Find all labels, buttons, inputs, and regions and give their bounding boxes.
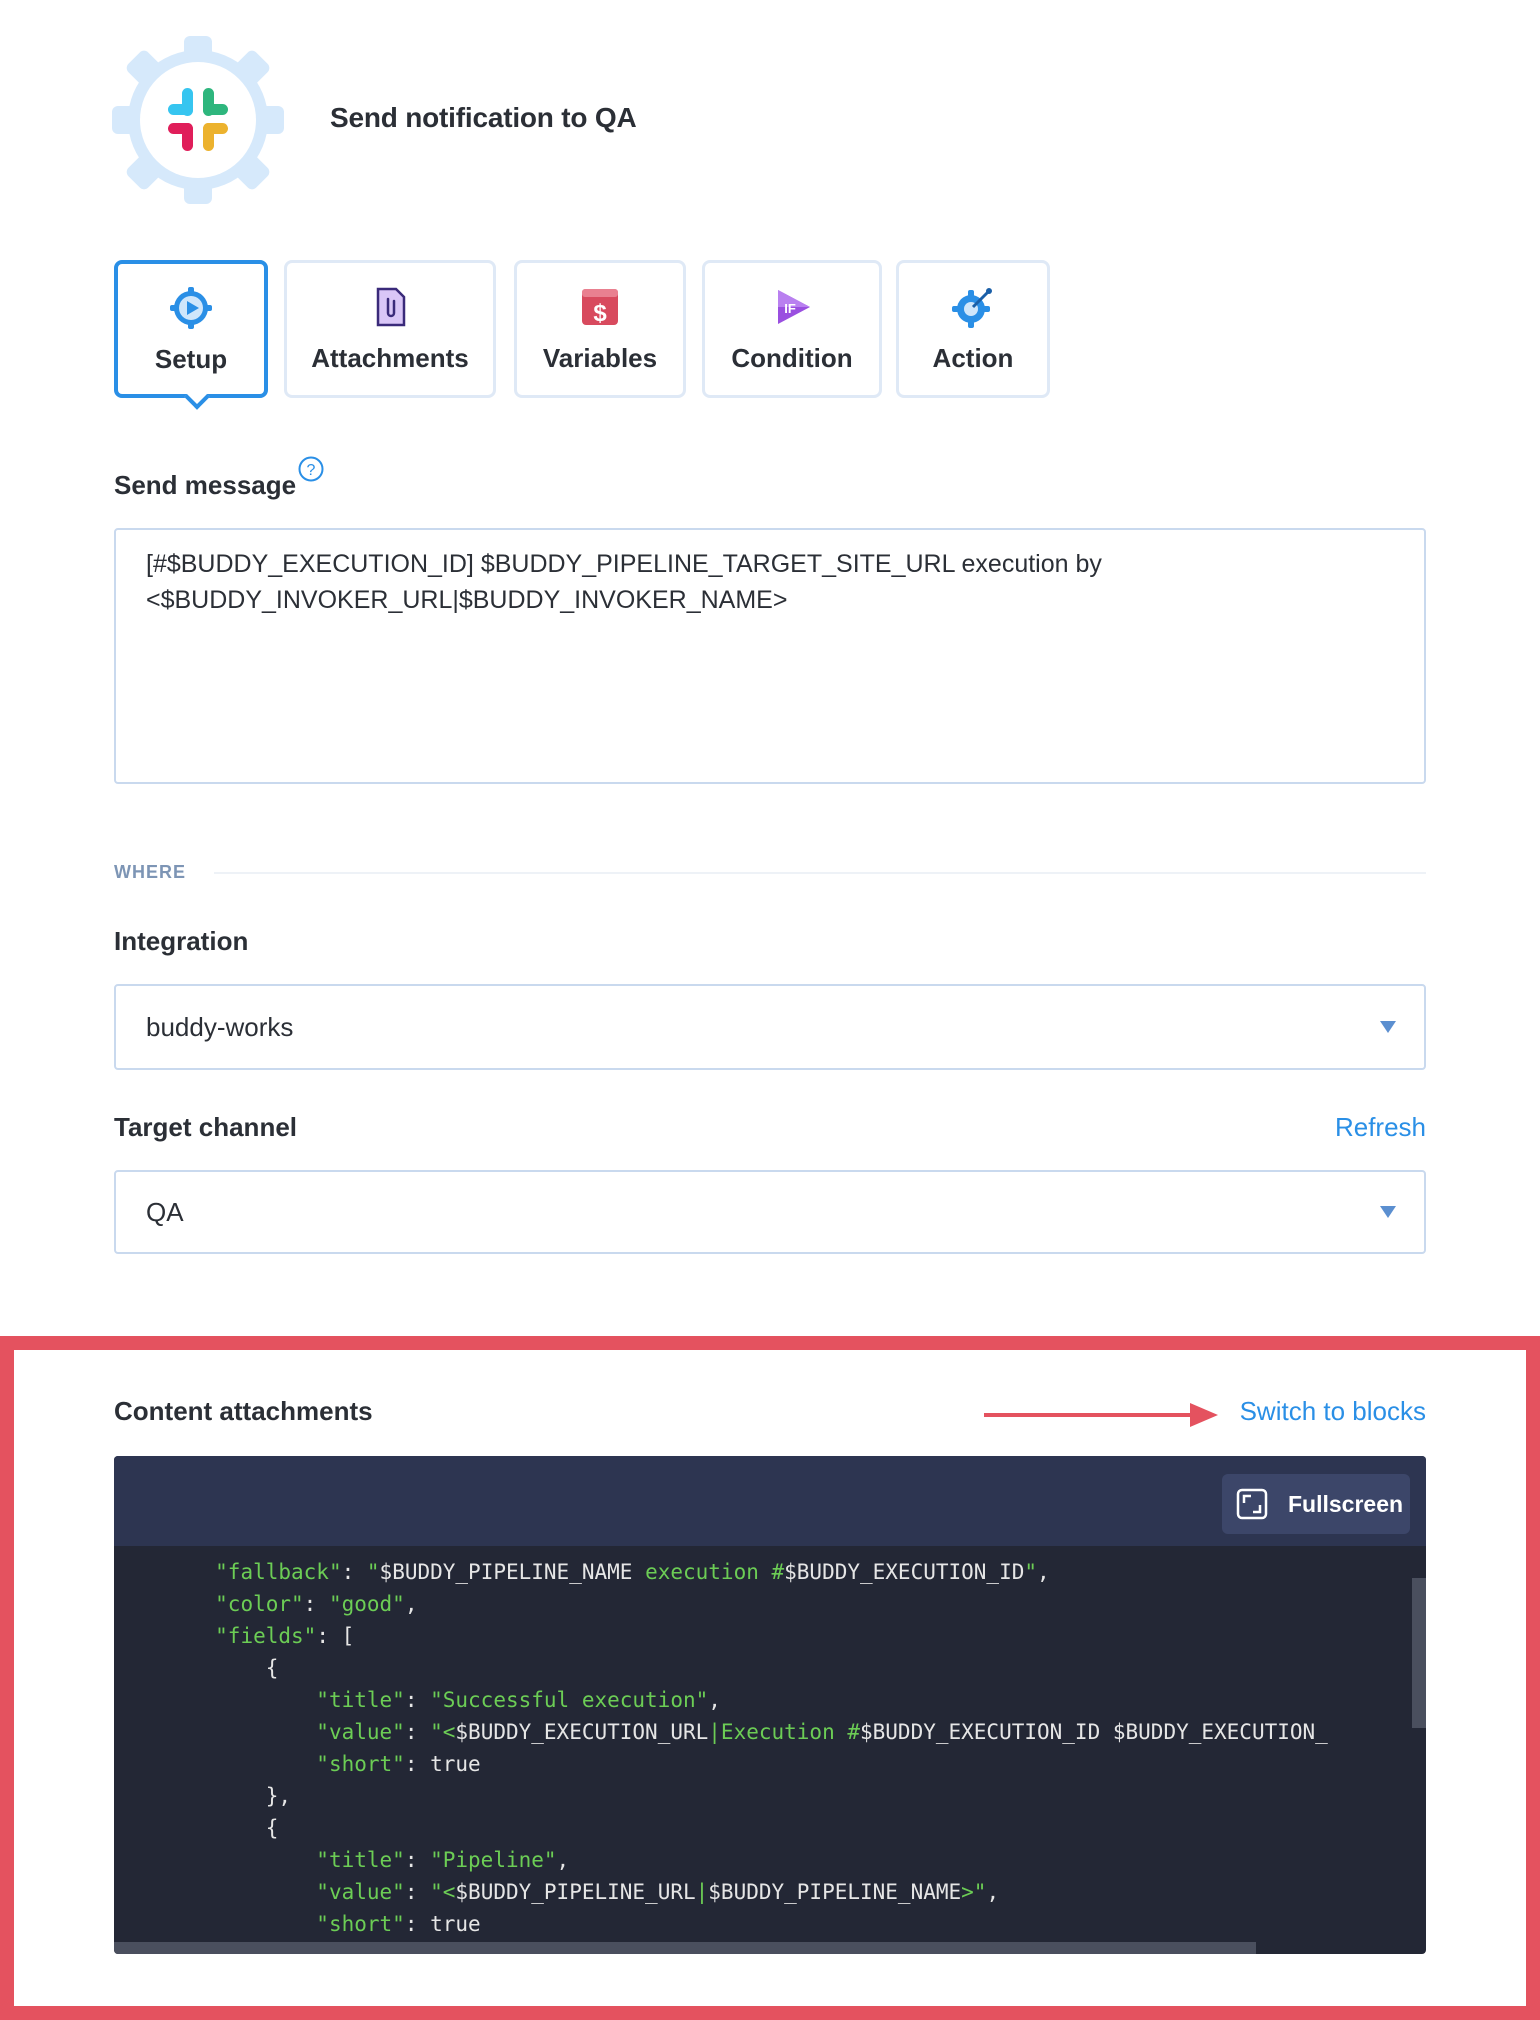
expand-icon (1236, 1488, 1268, 1520)
send-message-label: Send message (114, 470, 297, 500)
setup-play-gear-icon (170, 287, 212, 329)
integration-select[interactable]: buddy-works (114, 984, 1426, 1070)
tab-condition[interactable]: IF Condition (702, 260, 882, 398)
refresh-link[interactable]: Refresh (1335, 1112, 1426, 1143)
target-channel-select[interactable]: QA (114, 1170, 1426, 1254)
fullscreen-button[interactable]: Fullscreen (1222, 1474, 1410, 1534)
where-section-label: WHERE (114, 862, 186, 882)
code-line: "short": true (316, 1752, 481, 1776)
arrow-right-icon (984, 1403, 1218, 1427)
code-editor-toolbar: Fullscreen (114, 1456, 1426, 1546)
code-line: "short": true (316, 1912, 481, 1936)
fullscreen-label: Fullscreen (1288, 1490, 1404, 1517)
svg-text:?: ? (307, 462, 316, 479)
code-editor[interactable]: Fullscreen "fallback": "$BUDDY_PIPELINE_… (114, 1456, 1426, 1954)
if-condition-icon: IF (778, 290, 810, 324)
tab-condition-label: Condition (731, 343, 853, 373)
horizontal-scrollbar[interactable] (114, 1942, 1256, 1954)
attachment-file-icon (376, 287, 406, 327)
active-tab-pointer (184, 384, 210, 410)
code-line: "title": "Successful execution", (316, 1688, 721, 1712)
help-icon[interactable]: ? (298, 456, 324, 482)
tab-attachments[interactable]: Attachments (284, 260, 496, 398)
code-lines: "fallback": "$BUDDY_PIPELINE_NAME execut… (114, 1556, 1328, 1940)
code-line: "title": "Pipeline", (316, 1848, 570, 1872)
integration-label: Integration (114, 926, 249, 956)
action-title: Send notification to QA (330, 102, 637, 133)
switch-to-blocks-link[interactable]: Switch to blocks (1240, 1396, 1426, 1427)
code-line: "value": "<$BUDDY_PIPELINE_URL|$BUDDY_PI… (316, 1880, 1000, 1904)
code-line: { (114, 1816, 279, 1840)
svg-text:IF: IF (784, 301, 796, 316)
code-line: "fields": [ (215, 1624, 355, 1648)
code-line: { (114, 1656, 279, 1680)
tab-variables-label: Variables (542, 343, 658, 373)
section-divider (214, 872, 1426, 874)
target-channel-label: Target channel (114, 1112, 298, 1142)
code-line: "color": "good", (215, 1592, 418, 1616)
tab-setup-label: Setup (154, 344, 228, 374)
tab-setup[interactable]: Setup (114, 260, 268, 410)
tab-action[interactable]: Action (896, 260, 1050, 398)
action-header: Send notification to QA (112, 36, 1012, 204)
vertical-scrollbar[interactable] (1412, 1578, 1426, 1728)
action-gear-icon (952, 288, 992, 328)
caret-down-icon (1380, 1021, 1396, 1033)
slack-logo-icon (112, 36, 284, 204)
tab-variables[interactable]: $ Variables (514, 260, 686, 398)
content-attachments-label: Content attachments (114, 1396, 373, 1426)
dollar-variables-icon: $ (582, 289, 618, 327)
code-line: "value": "<$BUDDY_EXECUTION_URL|Executio… (316, 1720, 1328, 1744)
send-message-textarea[interactable]: [#$BUDDY_EXECUTION_ID] $BUDDY_PIPELINE_T… (114, 528, 1426, 784)
code-line: }, (114, 1784, 292, 1808)
target-channel-value: QA (146, 1196, 184, 1227)
tab-action-label: Action (932, 343, 1014, 373)
code-line: "fallback": "$BUDDY_PIPELINE_NAME execut… (215, 1560, 1050, 1584)
integration-value: buddy-works (146, 1011, 294, 1042)
caret-down-icon (1380, 1206, 1396, 1218)
svg-text:$: $ (593, 300, 607, 327)
tab-attachments-label: Attachments (311, 343, 469, 373)
code-body[interactable]: "fallback": "$BUDDY_PIPELINE_NAME execut… (114, 1546, 1426, 1954)
